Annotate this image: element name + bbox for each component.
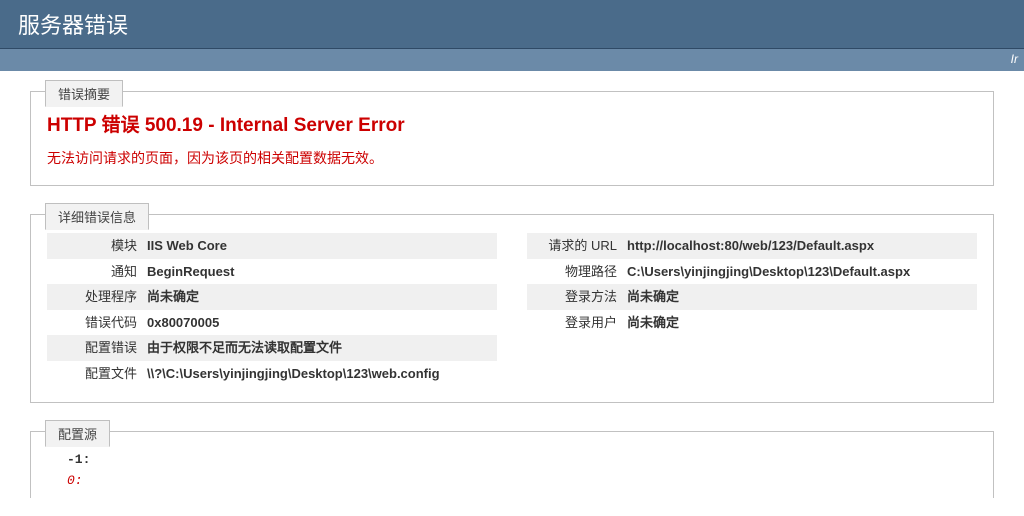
detail-value: 尚未确定 [627,313,679,333]
detail-label: 物理路径 [527,262,627,282]
error-details-tab: 详细错误信息 [45,203,149,230]
detail-value: 尚未确定 [627,287,679,307]
detail-row: 登录用户尚未确定 [527,310,977,336]
detail-value: 尚未确定 [147,287,199,307]
detail-row: 物理路径C:\Users\yinjingjing\Desktop\123\Def… [527,259,977,285]
detail-value: IIS Web Core [147,236,227,256]
detail-value: http://localhost:80/web/123/Default.aspx [627,236,874,256]
detail-row: 配置文件\\?\C:\Users\yinjingjing\Desktop\123… [47,361,497,387]
config-source-body: -1: 0: [47,450,977,492]
config-source-tab: 配置源 [45,420,110,447]
detail-row: 错误代码0x80070005 [47,310,497,336]
config-line-2: 0: [67,471,977,492]
detail-row: 通知BeginRequest [47,259,497,285]
detail-value: BeginRequest [147,262,234,282]
detail-row: 请求的 URLhttp://localhost:80/web/123/Defau… [527,233,977,259]
page-header: 服务器错误 [0,0,1024,49]
detail-row: 模块IIS Web Core [47,233,497,259]
error-summary-tab: 错误摘要 [45,80,123,107]
detail-value: 0x80070005 [147,313,219,333]
details-grid: 模块IIS Web Core通知BeginRequest处理程序尚未确定错误代码… [47,233,977,386]
error-subtitle: 无法访问请求的页面，因为该页的相关配置数据无效。 [47,147,977,169]
detail-label: 配置错误 [47,338,147,358]
detail-label: 错误代码 [47,313,147,333]
content-area: 错误摘要 HTTP 错误 500.19 - Internal Server Er… [0,71,1024,498]
error-details-section: 详细错误信息 模块IIS Web Core通知BeginRequest处理程序尚… [30,214,994,403]
detail-row: 处理程序尚未确定 [47,284,497,310]
detail-label: 登录用户 [527,313,627,333]
config-source-section: 配置源 -1: 0: [30,431,994,498]
page-subheader: Ir [0,49,1024,71]
detail-value: 由于权限不足而无法读取配置文件 [147,338,342,358]
error-title: HTTP 错误 500.19 - Internal Server Error [47,110,977,137]
detail-value: C:\Users\yinjingjing\Desktop\123\Default… [627,262,910,282]
detail-row: 登录方法尚未确定 [527,284,977,310]
detail-label: 配置文件 [47,364,147,384]
detail-label: 通知 [47,262,147,282]
detail-label: 模块 [47,236,147,256]
detail-label: 处理程序 [47,287,147,307]
header-right-text: Ir [1011,52,1018,66]
detail-row: 配置错误由于权限不足而无法读取配置文件 [47,335,497,361]
page-title: 服务器错误 [18,13,128,38]
detail-label: 请求的 URL [527,236,627,256]
details-left-col: 模块IIS Web Core通知BeginRequest处理程序尚未确定错误代码… [47,233,497,386]
config-line-1: -1: [67,450,977,471]
details-right-col: 请求的 URLhttp://localhost:80/web/123/Defau… [527,233,977,386]
error-summary-section: 错误摘要 HTTP 错误 500.19 - Internal Server Er… [30,91,994,186]
detail-label: 登录方法 [527,287,627,307]
detail-value: \\?\C:\Users\yinjingjing\Desktop\123\web… [147,364,440,384]
